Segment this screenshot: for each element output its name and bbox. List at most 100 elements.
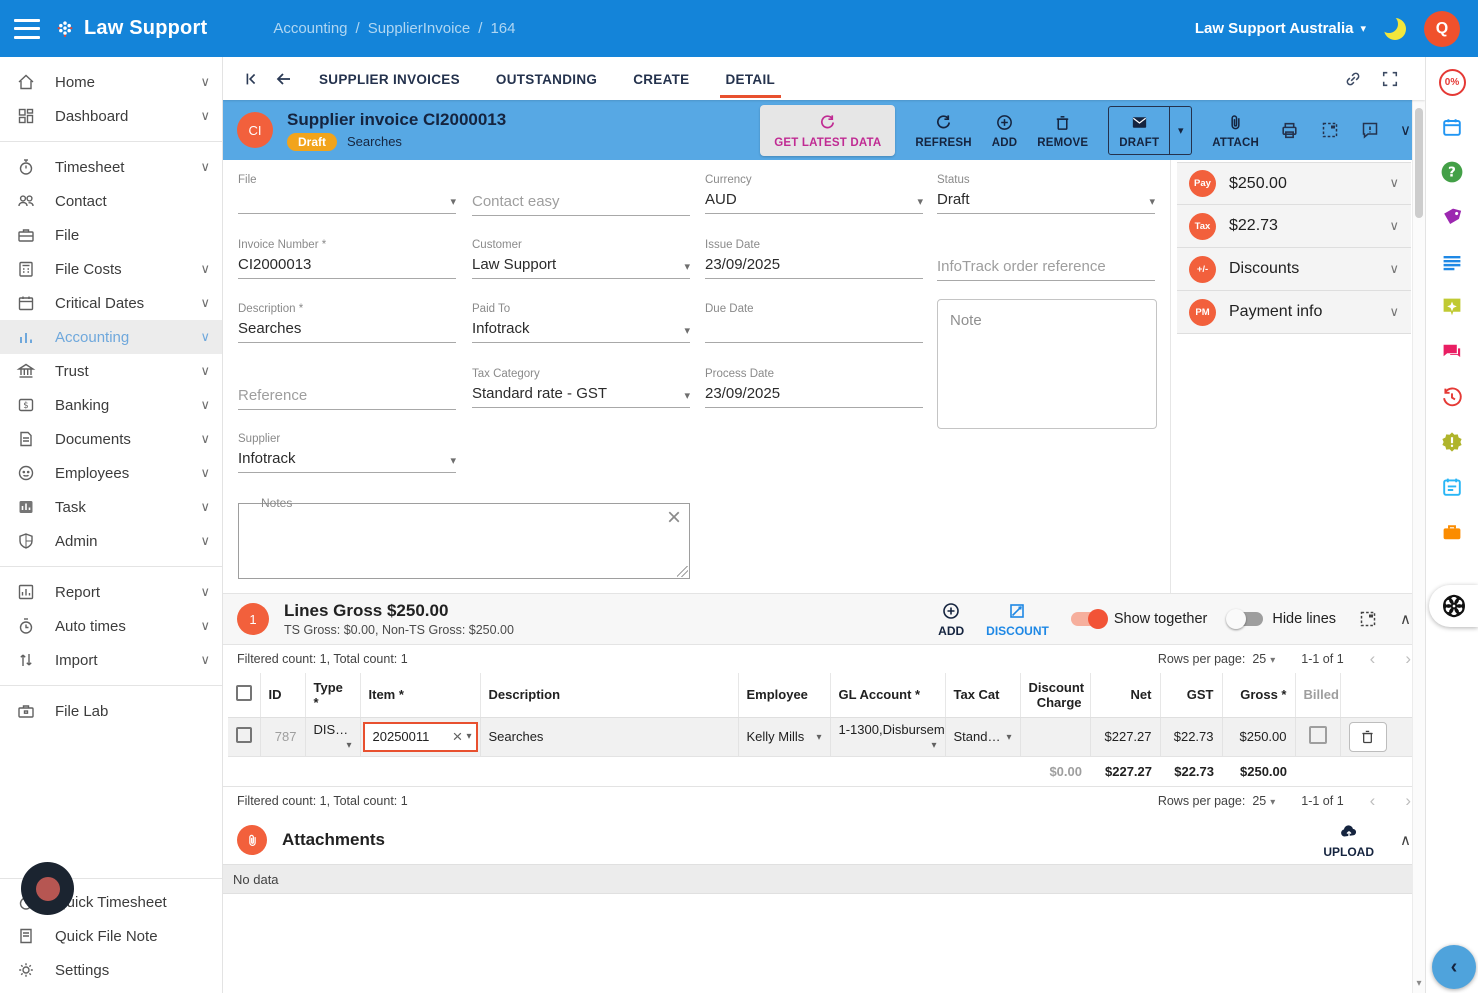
col-id[interactable]: ID [260,673,306,718]
select-region-icon[interactable] [1320,120,1340,140]
progress-percent-badge[interactable]: 0% [1438,69,1466,96]
first-page-icon[interactable] [242,70,260,88]
hamburger-menu-icon[interactable] [14,18,40,39]
sidebar-item-documents[interactable]: Documents ∨ [0,422,222,456]
notes-textarea[interactable]: Notes × [238,496,690,579]
pay-accordion[interactable]: Pay $250.00 ∨ [1177,162,1411,205]
sidebar-item-accounting[interactable]: Accounting ∨ [0,320,222,354]
sidebar-item-file-costs[interactable]: File Costs ∨ [0,252,222,286]
col-item[interactable]: Item * [360,673,481,718]
back-arrow-icon[interactable] [274,69,294,89]
briefcase-icon[interactable] [1438,518,1466,546]
prev-page-icon[interactable]: ‹ [1370,649,1376,669]
customer-field[interactable]: Customer Law Support ▾ [472,239,690,279]
refresh-button[interactable]: REFRESH [915,112,972,149]
sidebar-item-settings[interactable]: Settings [0,953,222,987]
rows-per-page-select[interactable]: 25 [1252,794,1266,808]
contact-easy-field[interactable]: Contact easy [472,192,690,216]
tax-accordion[interactable]: Tax $22.73 ∨ [1177,205,1411,248]
due-date-field[interactable]: Due Date [705,303,923,343]
tag-icon[interactable] [1438,203,1466,231]
scrollbar-thumb[interactable] [1415,108,1423,218]
file-field[interactable]: File ▾ [238,174,456,214]
help-icon[interactable]: ? [1438,158,1466,186]
sparkle-pin-icon[interactable] [1438,293,1466,321]
toggle-off-icon[interactable] [1226,609,1264,629]
toggle-on-icon[interactable] [1070,609,1108,629]
sidebar-item-quick-file-note[interactable]: Quick File Note [0,919,222,953]
copy-link-icon[interactable] [1343,69,1363,89]
chevron-down-icon[interactable]: ▾ [466,731,471,742]
col-type[interactable]: Type * [305,673,361,718]
next-page-icon[interactable]: › [1405,649,1411,669]
hide-lines-toggle[interactable]: Hide lines [1226,609,1336,629]
col-gross[interactable]: Gross * [1222,673,1296,718]
invoice-number-field[interactable]: Invoice Number * CI2000013 [238,239,456,279]
next-page-icon[interactable]: › [1405,791,1411,811]
col-employee[interactable]: Employee [738,673,831,718]
user-avatar[interactable]: Q [1424,10,1460,47]
cell-type[interactable]: DIS… ▾ [305,717,361,757]
breadcrumb-supplierinvoice[interactable]: SupplierInvoice [368,20,471,37]
infotrack-order-reference-field[interactable]: InfoTrack order reference [937,257,1155,281]
breadcrumb-record-id[interactable]: 164 [490,20,515,37]
chevron-down-icon[interactable]: ▾ [931,740,936,751]
sidebar-item-report[interactable]: Report ∨ [0,575,222,609]
breadcrumb-accounting[interactable]: Accounting [273,20,347,37]
delete-row-button[interactable] [1348,721,1387,752]
print-icon[interactable] [1279,120,1300,141]
assistant-logo-pill[interactable] [1429,585,1478,627]
select-region-icon[interactable] [1358,609,1378,629]
tab-supplier-invoices[interactable]: SUPPLIER INVOICES [309,59,470,98]
col-gl-account[interactable]: GL Account * [830,673,946,718]
currency-field[interactable]: Currency AUD ▾ [705,174,923,214]
dark-mode-toggle-icon[interactable] [1380,14,1406,40]
process-date-field[interactable]: Process Date 23/09/2025 [705,368,923,408]
cell-tax-cat[interactable]: Stand… ▾ [945,717,1021,757]
calendar-icon[interactable] [1438,113,1466,141]
text-lines-icon[interactable] [1438,248,1466,276]
get-latest-data-button[interactable]: GET LATEST DATA [760,104,896,156]
col-description[interactable]: Description [480,673,739,718]
draft-dropdown-arrow[interactable]: ▾ [1170,105,1193,155]
chevron-down-icon[interactable]: ▾ [816,732,821,743]
draft-button[interactable]: DRAFT [1108,105,1171,155]
supplier-field[interactable]: Supplier Infotrack ▾ [238,433,456,473]
sidebar-item-dashboard[interactable]: Dashboard ∨ [0,99,222,133]
attach-button[interactable]: ATTACH [1212,112,1259,149]
vertical-scrollbar[interactable]: ▾ [1412,100,1425,993]
upload-button[interactable]: UPLOAD [1323,821,1374,859]
tenant-selector[interactable]: Law Support Australia ▾ [1195,20,1366,37]
prev-page-icon[interactable]: ‹ [1370,791,1376,811]
chevron-down-icon[interactable]: ▾ [917,195,923,208]
issue-date-field[interactable]: Issue Date 23/09/2025 [705,239,923,279]
sidebar-item-file[interactable]: File [0,218,222,252]
tab-outstanding[interactable]: OUTSTANDING [486,59,607,98]
scrollbar-down-arrow[interactable]: ▾ [1413,978,1425,989]
discount-button[interactable]: DISCOUNT [986,600,1049,638]
record-fab[interactable] [21,862,74,915]
add-button[interactable]: ADD [992,112,1018,149]
col-net[interactable]: Net [1090,673,1161,718]
chevron-down-icon[interactable]: ▾ [450,195,456,208]
sidebar-item-employees[interactable]: Employees ∨ [0,456,222,490]
chevron-down-icon[interactable]: ▾ [1149,195,1155,208]
collapse-section-icon[interactable]: ∧ [1400,610,1411,628]
chevron-down-icon[interactable]: ▾ [684,324,690,337]
chevron-down-icon[interactable]: ▾ [684,260,690,273]
status-field[interactable]: Status Draft ▾ [937,174,1155,214]
notepad-icon[interactable] [1438,473,1466,501]
tab-detail[interactable]: DETAIL [716,59,786,98]
row-checkbox[interactable] [236,727,252,743]
sidebar-item-task[interactable]: Task ∨ [0,490,222,524]
sidebar-item-timesheet[interactable]: Timesheet ∨ [0,150,222,184]
app-logo[interactable]: Law Support [54,17,207,40]
show-together-toggle[interactable]: Show together [1070,609,1207,629]
chevron-down-icon[interactable]: ▾ [684,389,690,402]
sidebar-item-contact[interactable]: Contact [0,184,222,218]
sidebar-item-import[interactable]: Import ∨ [0,643,222,677]
tax-category-field[interactable]: Tax Category Standard rate - GST ▾ [472,368,690,408]
col-tax-cat[interactable]: Tax Cat [945,673,1021,718]
sidebar-item-trust[interactable]: Trust ∨ [0,354,222,388]
feedback-icon[interactable] [1360,120,1380,140]
